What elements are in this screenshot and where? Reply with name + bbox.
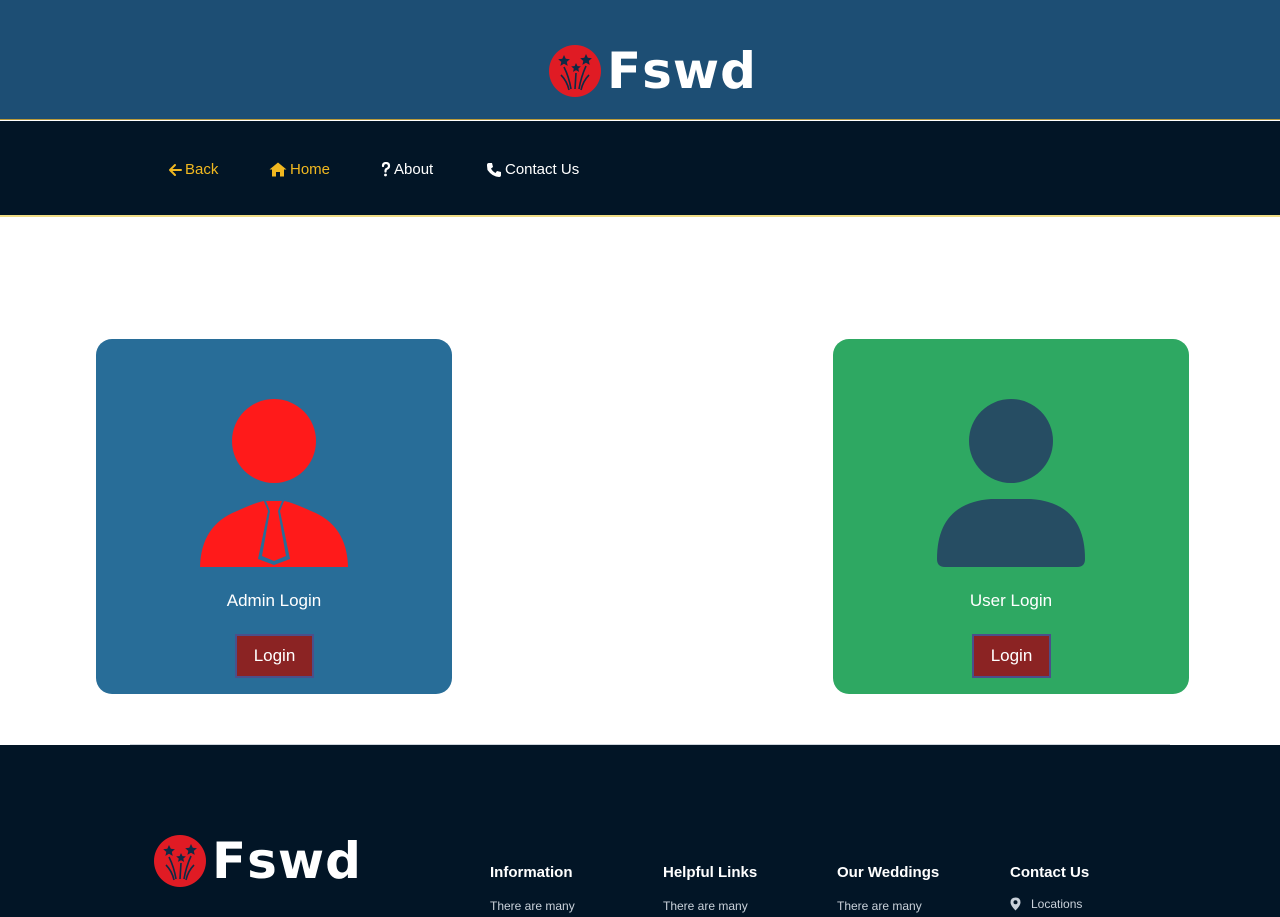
question-icon <box>381 162 391 177</box>
footer-location-label: Locations <box>1031 897 1083 911</box>
footer-column-information: Information There are many <box>490 864 575 913</box>
arrow-left-icon <box>169 163 182 176</box>
footer-brand[interactable]: Fswd <box>154 835 362 887</box>
top-header: Fswd <box>0 0 1280 120</box>
fireworks-logo-icon <box>154 835 206 887</box>
nav-contact-label: Contact Us <box>505 161 580 178</box>
footer-column-title: Our Weddings <box>837 864 940 881</box>
nav-home-label: Home <box>290 161 331 178</box>
user-login-button[interactable]: Login <box>972 634 1051 678</box>
footer-brand-name: Fswd <box>212 832 362 890</box>
footer-column-text: There are many <box>490 899 575 913</box>
footer-column-contact-us: Contact Us Locations <box>1010 864 1089 911</box>
nav-back-label: Back <box>185 161 219 178</box>
admin-user-icon <box>200 399 348 567</box>
user-figure <box>833 399 1189 569</box>
nav-about-label: About <box>394 161 434 178</box>
nav-home-link[interactable]: Home <box>269 161 330 178</box>
footer: Fswd Information There are many Helpful … <box>0 745 1280 917</box>
user-login-title: User Login <box>969 591 1053 610</box>
fireworks-logo-icon <box>549 45 601 97</box>
nav-bar: Back Home About Contact Us <box>0 121 1280 217</box>
map-pin-icon <box>1010 897 1021 911</box>
footer-location-link[interactable]: Locations <box>1010 897 1089 911</box>
footer-column-title: Information <box>490 864 573 881</box>
footer-column-title: Helpful Links <box>663 864 758 881</box>
nav-contact-link[interactable]: Contact Us <box>486 161 579 178</box>
header-brand[interactable]: Fswd <box>549 45 757 97</box>
footer-column-text: There are many <box>837 899 922 913</box>
admin-figure <box>96 399 452 569</box>
footer-column-text: There are many <box>663 899 748 913</box>
home-icon <box>269 162 287 177</box>
footer-column-our-weddings: Our Weddings There are many <box>837 864 939 913</box>
footer-column-title: Contact Us <box>1010 864 1090 881</box>
admin-login-title: Admin Login <box>226 591 322 610</box>
footer-column-helpful-links: Helpful Links There are many <box>663 864 757 913</box>
nav-back-link[interactable]: Back <box>168 161 218 178</box>
user-login-card: User Login Login <box>833 339 1189 694</box>
admin-login-card: Admin Login Login <box>96 339 452 694</box>
nav-about-link[interactable]: About <box>381 161 433 178</box>
admin-login-button[interactable]: Login <box>235 634 314 678</box>
brand-name: Fswd <box>607 42 757 100</box>
user-icon <box>937 399 1085 567</box>
phone-icon <box>487 162 501 177</box>
